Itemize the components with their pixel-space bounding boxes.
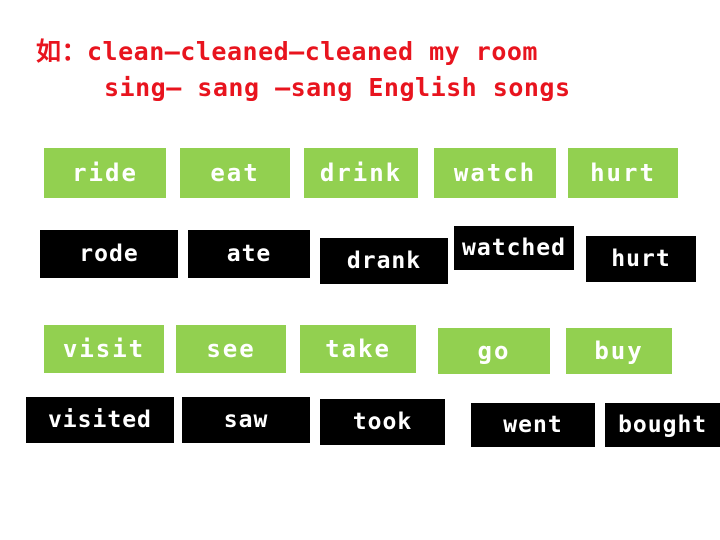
base-verb-card[interactable]: go	[438, 328, 550, 374]
base-verb-card[interactable]: watch	[434, 148, 556, 198]
base-verb-card[interactable]: hurt	[568, 148, 678, 198]
past-verb-card[interactable]: ate	[188, 230, 310, 278]
past-verb-card[interactable]: visited	[26, 397, 174, 443]
past-verb-card[interactable]: took	[320, 399, 445, 445]
past-verb-card[interactable]: went	[470, 403, 596, 447]
example-text-block: 如：clean—cleaned—cleaned my room sing— sa…	[0, 34, 720, 106]
base-verb-card[interactable]: see	[176, 325, 286, 373]
base-verb-row-1: ride eat drink watch hurt	[0, 148, 720, 200]
past-verb-row-1: rode ate drank watched hurt	[0, 200, 720, 284]
past-verb-card[interactable]: bought	[605, 403, 720, 447]
past-verb-row-2: visited saw took went bought	[0, 377, 720, 447]
verb-group-2: visit see take go buy visited saw took w…	[0, 325, 720, 447]
past-verb-card[interactable]: rode	[40, 230, 178, 278]
example-line-1: 如：clean—cleaned—cleaned my room	[36, 37, 538, 66]
base-verb-card[interactable]: drink	[304, 148, 418, 198]
past-verb-card[interactable]: drank	[320, 238, 448, 284]
slide: 如：clean—cleaned—cleaned my room sing— sa…	[0, 0, 720, 540]
verb-group-1: ride eat drink watch hurt rode ate drank…	[0, 148, 720, 284]
base-verb-card[interactable]: visit	[44, 325, 164, 373]
past-verb-card[interactable]: watched	[454, 226, 574, 270]
base-verb-row-2: visit see take go buy	[0, 325, 720, 377]
example-line-2: sing— sang —sang English songs	[104, 73, 571, 102]
past-verb-card[interactable]: saw	[181, 397, 311, 443]
base-verb-card[interactable]: ride	[44, 148, 166, 198]
base-verb-card[interactable]: eat	[180, 148, 290, 198]
base-verb-card[interactable]: take	[300, 325, 416, 373]
past-verb-card[interactable]: hurt	[586, 236, 696, 282]
base-verb-card[interactable]: buy	[566, 328, 672, 374]
